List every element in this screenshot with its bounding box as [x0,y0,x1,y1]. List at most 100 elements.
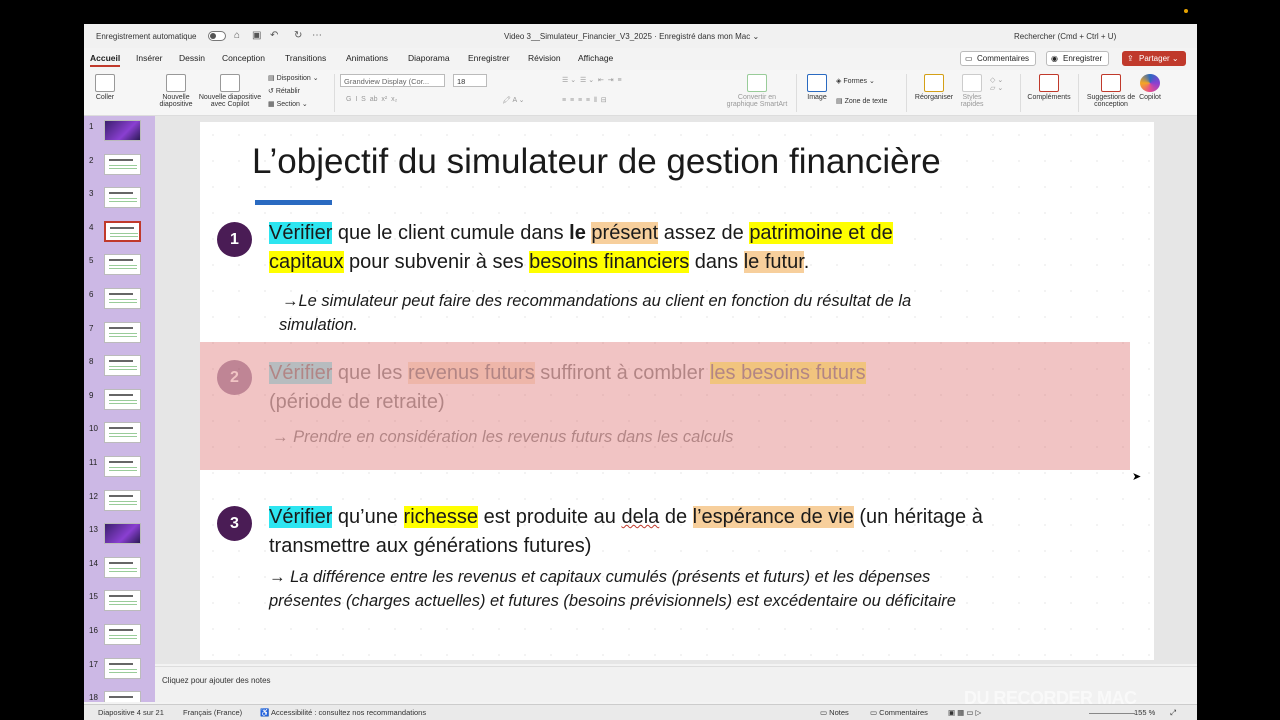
slide-thumbnail-15[interactable]: 15 [84,590,155,620]
fit-to-window-icon[interactable]: ⤢ [1170,708,1176,718]
point-1-note-line-1[interactable]: →Le simulateur peut faire des recommanda… [282,292,911,311]
slide-preview[interactable] [104,220,141,242]
slide-thumbnail-10[interactable]: 10 [84,422,155,452]
slide-thumbnail-7[interactable]: 7 [84,321,155,352]
tab-animations[interactable]: Animations [346,53,388,63]
point-1-line-1[interactable]: Vérifier que le client cumule dans le pr… [269,222,893,245]
tab-revision[interactable]: Révision [528,53,561,63]
fill-outline-icons[interactable]: ◇ ⌄ ▱ ⌄ [990,76,1003,92]
zoom-level[interactable]: 155 % [1134,708,1155,717]
paste-button[interactable]: Coller [92,74,118,101]
slide-preview[interactable] [104,657,141,679]
image-button[interactable]: Image [804,74,830,101]
slide-thumbnail-6[interactable]: 6 [84,288,155,318]
font-selector[interactable]: Grandview Display (Cor... [340,74,445,87]
point-3-line-2[interactable]: transmettre aux générations futures) [269,535,591,558]
slide-preview[interactable] [104,254,141,276]
slide-thumbnail-8[interactable]: 8 [84,355,155,385]
record-button[interactable]: ◉ Enregistrer [1046,51,1110,66]
slide-preview[interactable] [104,456,141,477]
section-button[interactable]: ▦ Section ⌄ [268,100,308,108]
document-title[interactable]: Video 3__Simulateur_Financier_V3_2025 · … [504,32,759,41]
notes-toggle[interactable]: ▭ Notes [820,708,849,717]
slide-thumbnail-13[interactable]: 13 [84,523,155,553]
text-span: pour subvenir à ses [343,251,530,273]
slide-thumbnail-3[interactable]: 3 [84,187,155,217]
slide-thumbnail-panel[interactable]: 1 2 3 4 5 6 7 8 9 10 11 12 13 14 15 16 17 18 [84,116,155,702]
slide-preview[interactable] [104,523,141,545]
slide-preview[interactable] [104,388,141,410]
slide[interactable]: L’objectif du simulateur de gestion fina… [200,122,1154,660]
slide-thumbnail-11[interactable]: 11 [84,456,155,486]
slide-preview[interactable] [104,691,141,702]
slide-thumbnail-2[interactable]: 2 [84,153,155,184]
normal-view-icon[interactable]: ▣ ▦ ▭ ▷ [948,708,981,717]
align-icons[interactable]: ≡ ≡ ≡ ≡ ⫴ ⊟ [562,96,607,105]
autosave-toggle[interactable] [208,31,226,41]
slide-preview[interactable] [104,489,141,511]
tab-diaporama[interactable]: Diaporama [408,53,450,63]
list-icons[interactable]: ☰ ⌄ ☰ ⌄ ⇤ ⇥ ≡ [562,76,622,84]
slide-preview[interactable] [104,120,141,141]
bold-italic-underline-icons[interactable]: G I S ab x² x₂ [346,96,397,103]
layout-button[interactable]: ▤ Disposition ⌄ [268,74,319,82]
slide-title[interactable]: L’objectif du simulateur de gestion fina… [252,142,941,182]
arrange-button[interactable]: Réorganiser [912,74,956,101]
tab-dessin[interactable]: Dessin [179,53,205,63]
reset-button[interactable]: ↺ Rétablir [268,87,300,95]
tab-conception[interactable]: Conception [222,53,265,63]
search-field[interactable]: Rechercher (Cmd + Ctrl + U) [1014,32,1116,41]
new-slide-button[interactable]: Nouvelle diapositive [158,74,194,108]
language-indicator[interactable]: Français (France) [183,708,242,717]
tab-transitions[interactable]: Transitions [285,53,326,63]
redo-icon[interactable]: ↻ [294,30,302,41]
slide-preview[interactable] [104,590,141,612]
slide-thumbnail-14[interactable]: 14 [84,556,155,587]
more-icon[interactable]: ⋯ [312,30,322,41]
slide-preview[interactable] [104,153,141,175]
tab-inserer[interactable]: Insérer [136,53,162,63]
slide-thumbnail-1[interactable]: 1 [84,120,155,150]
slide-preview[interactable] [104,355,141,377]
home-icon[interactable]: ⌂ [234,30,240,41]
slide-thumbnail-4[interactable]: 4 [84,220,155,251]
addins-button[interactable]: Compléments [1025,74,1073,101]
point-1-note-line-2[interactable]: simulation. [279,316,358,335]
point-3-line-1[interactable]: Vérifier qu’une richesse est produite au… [269,506,983,529]
slide-preview[interactable] [104,321,141,343]
slide-thumbnail-9[interactable]: 9 [84,388,155,419]
highlight-color-icon[interactable]: 🖍 A ⌄ [502,96,525,104]
comments-toggle[interactable]: ▭ Commentaires [870,708,928,717]
font-size-selector[interactable]: 18 [453,74,487,87]
shapes-button[interactable]: ◈ Formes ⌄ [836,77,875,85]
slide-thumbnail-5[interactable]: 5 [84,254,155,284]
quick-styles-button[interactable]: Styles rapides [958,74,986,108]
slide-preview[interactable] [104,556,141,578]
tab-affichage[interactable]: Affichage [578,53,613,63]
slide-thumbnail-17[interactable]: 17 [84,657,155,688]
undo-icon[interactable]: ↶ [270,30,278,41]
slide-preview[interactable] [104,624,141,645]
share-button[interactable]: ⇪ Partager ⌄ [1122,51,1186,66]
slide-preview[interactable] [104,422,141,444]
slide-preview[interactable] [104,187,141,209]
point-1-line-2[interactable]: capitaux pour subvenir à ses besoins fin… [269,251,809,274]
slide-thumbnail-12[interactable]: 12 [84,489,155,520]
slide-thumbnail-18[interactable]: 18 [84,691,155,702]
slide-preview[interactable] [104,288,141,309]
comments-button[interactable]: ▭ Commentaires [960,51,1037,66]
red-mask-overlay[interactable] [200,342,1130,470]
textbox-button[interactable]: ▤ Zone de texte [836,97,887,105]
save-icon[interactable]: ▣ [252,30,261,41]
copilot-button[interactable]: Copilot [1137,74,1163,101]
tab-enregistrer[interactable]: Enregistrer [468,53,510,63]
accessibility-status[interactable]: ♿ Accessibilité : consultez nos recomman… [260,708,426,717]
smartart-button[interactable]: Convertir en graphique SmartArt [724,74,790,108]
point-3-note-line-1[interactable]: → La différence entre les revenus et cap… [269,568,930,587]
designer-button[interactable]: Suggestions de conception [1085,74,1137,108]
new-slide-copilot-button[interactable]: Nouvelle diapositive avec Copilot [196,74,264,108]
tab-accueil[interactable]: Accueil [90,53,121,67]
zoom-slider[interactable] [1089,713,1135,714]
slide-thumbnail-16[interactable]: 16 [84,624,155,654]
point-3-note-line-2[interactable]: présentes (charges actuelles) et futures… [269,592,956,611]
